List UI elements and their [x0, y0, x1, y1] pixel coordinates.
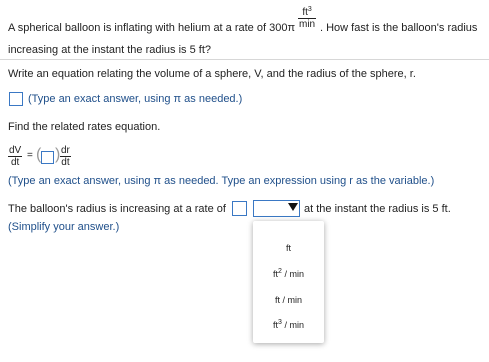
part2-hint: (Type an exact answer, using π as needed… — [8, 175, 435, 187]
dr-denominator: dt — [61, 157, 70, 168]
unit-dropdown[interactable] — [253, 200, 300, 217]
chevron-down-icon[interactable] — [288, 203, 298, 211]
part2-prompt: Find the related rates equation. — [8, 121, 161, 133]
part3-hint: (Simplify your answer.) — [8, 221, 120, 233]
dV-dt-fraction: dV dt — [8, 145, 23, 168]
part1-prompt: Write an equation relating the volume of… — [8, 68, 416, 80]
dr-dt-fraction: dr dt — [60, 145, 71, 168]
rate-unit-denominator: min — [299, 19, 316, 30]
unit-dropdown-menu: ft ft2 / min ft / min ft3 / min — [253, 221, 324, 343]
part3-before: The balloon's radius is increasing at a … — [8, 203, 226, 215]
question-line1-before: A spherical balloon is inflating with he… — [8, 22, 288, 34]
question-line1-after: . How fast is the balloon's radius — [320, 22, 478, 34]
dV-numerator: dV — [8, 145, 23, 157]
rate-answer-input[interactable] — [232, 201, 247, 216]
dV-denominator: dt — [10, 157, 20, 168]
divider — [0, 59, 489, 60]
unit-option-ft2-per-min[interactable]: ft2 / min — [253, 268, 324, 279]
unit-option-ft3-per-min[interactable]: ft3 / min — [253, 319, 324, 330]
question-line2: increasing at the instant the radius is … — [8, 44, 212, 56]
question-line1: A spherical balloon is inflating with he… — [8, 22, 295, 34]
part3-after: at the instant the radius is 5 ft. — [304, 203, 451, 215]
unit-option-ft[interactable]: ft — [253, 243, 324, 253]
related-rates-input[interactable] — [41, 151, 54, 164]
rate-unit-numerator: ft3 — [298, 6, 317, 19]
volume-equation-input[interactable] — [9, 92, 23, 106]
dr-numerator: dr — [60, 145, 71, 157]
pi-symbol: π — [287, 22, 296, 34]
rate-unit-fraction: ft3 min — [298, 6, 317, 30]
equals-sign: = — [27, 150, 33, 161]
part1-hint: (Type an exact answer, using π as needed… — [28, 93, 243, 105]
unit-option-ft-per-min[interactable]: ft / min — [253, 295, 324, 305]
